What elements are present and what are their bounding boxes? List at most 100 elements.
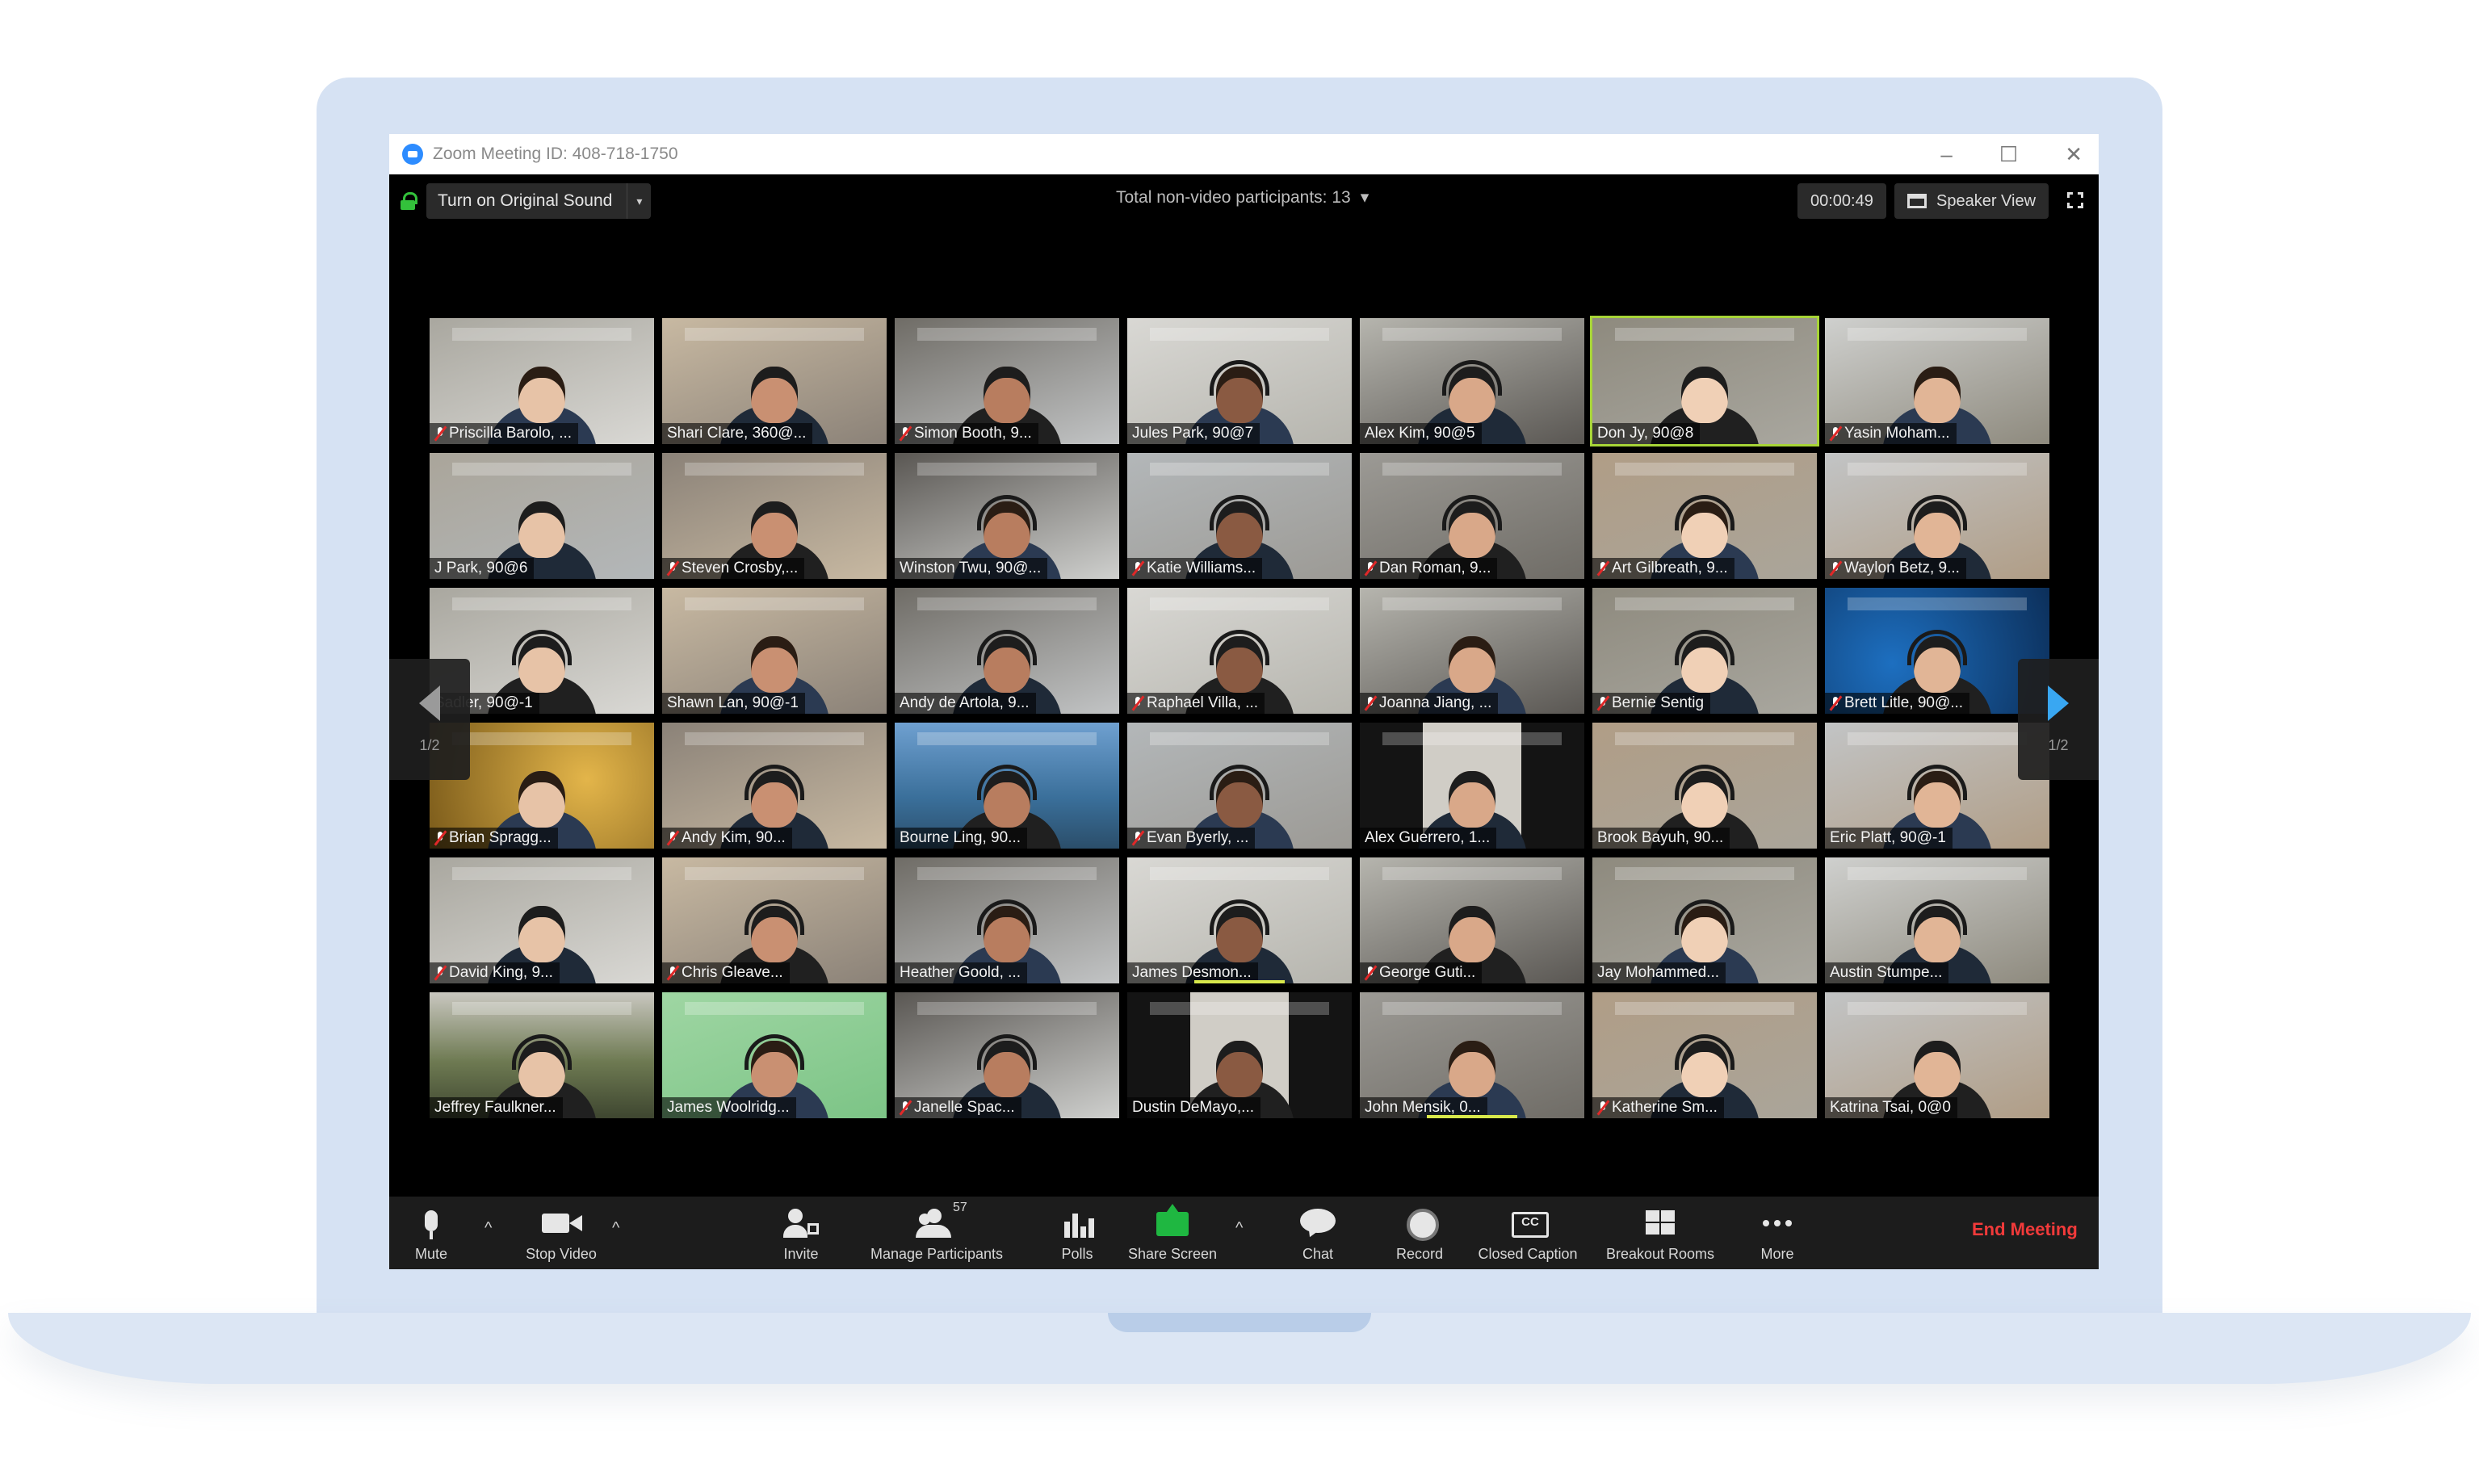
participant-video-tile[interactable]: Jeffrey Faulkner...: [430, 992, 654, 1118]
participant-head: [1449, 1041, 1495, 1097]
end-meeting-button[interactable]: End Meeting: [1972, 1219, 2078, 1240]
participant-video-tile[interactable]: Joanna Jiang, ...: [1360, 588, 1584, 714]
video-options-caret[interactable]: ^: [612, 1219, 619, 1238]
participant-video-tile[interactable]: Shari Clare, 360@...: [662, 318, 887, 444]
stop-video-button[interactable]: Stop Video: [517, 1197, 606, 1269]
minimize-button[interactable]: –: [1940, 142, 1952, 167]
speaker-view-button[interactable]: Speaker View: [1894, 183, 2049, 219]
audio-options-caret[interactable]: ^: [484, 1219, 492, 1238]
participant-head: [518, 906, 565, 962]
participant-video-tile[interactable]: David King, 9...: [430, 857, 654, 983]
ceiling-light: [1847, 1002, 2028, 1016]
non-video-participants[interactable]: Total non-video participants: 13 ▾: [1116, 187, 1369, 208]
close-button[interactable]: ✕: [2065, 142, 2083, 167]
maximize-button[interactable]: ☐: [1999, 142, 2018, 167]
participant-video-tile[interactable]: Alex Guerrero, 1...: [1360, 723, 1584, 849]
participant-head: [1216, 1041, 1263, 1097]
participant-head: [751, 367, 798, 423]
participant-video-tile[interactable]: George Guti...: [1360, 857, 1584, 983]
participant-video-tile[interactable]: Katherine Sm...: [1592, 992, 1817, 1118]
ceiling-light: [1149, 732, 1330, 746]
closed-caption-button[interactable]: Closed Caption: [1471, 1197, 1584, 1269]
participant-nameplate: Art Gilbreath, 9...: [1592, 558, 1734, 579]
participant-name: Katrina Tsai, 0@0: [1830, 1099, 1951, 1116]
participant-video-tile[interactable]: Andy de Artola, 9...: [895, 588, 1119, 714]
participant-head: [751, 636, 798, 693]
original-sound-button[interactable]: Turn on Original Sound ▾: [426, 183, 652, 219]
participant-nameplate: Yasin Moham...: [1825, 423, 1957, 444]
title-bar: Zoom Meeting ID: 408-718-1750 – ☐ ✕: [389, 134, 2099, 174]
participant-video-tile[interactable]: Eric Platt, 90@-1: [1825, 723, 2049, 849]
participant-nameplate: Winston Twu, 90@...: [895, 558, 1048, 579]
more-button[interactable]: More: [1749, 1197, 1806, 1269]
participant-video-tile[interactable]: Dan Roman, 9...: [1360, 453, 1584, 579]
participant-nameplate: Jay Mohammed...: [1592, 962, 1726, 983]
meeting-timer: 00:00:49: [1797, 183, 1886, 219]
participant-video-tile[interactable]: Raphael Villa, ...: [1127, 588, 1352, 714]
window-title: Zoom Meeting ID: 408-718-1750: [433, 145, 678, 163]
mute-button[interactable]: Mute: [407, 1197, 455, 1269]
participant-video-tile[interactable]: Dustin DeMayo,...: [1127, 992, 1352, 1118]
mic-muted-icon: [1830, 426, 1841, 441]
participant-video-tile[interactable]: Katie Williams...: [1127, 453, 1352, 579]
ceiling-light: [1847, 463, 2028, 476]
participant-video-tile[interactable]: Jules Park, 90@7: [1127, 318, 1352, 444]
previous-page-button[interactable]: 1/2: [389, 659, 470, 780]
mic-muted-icon: [1597, 696, 1609, 711]
participant-video-tile[interactable]: Waylon Betz, 9...: [1825, 453, 2049, 579]
participant-nameplate: James Woolridg...: [662, 1097, 796, 1118]
participant-video-tile[interactable]: Andy Kim, 90...: [662, 723, 887, 849]
breakout-rooms-button[interactable]: Breakout Rooms: [1596, 1197, 1725, 1269]
participant-video-tile[interactable]: Don Jy, 90@8: [1590, 316, 1819, 446]
original-sound-dropdown[interactable]: ▾: [627, 183, 651, 219]
participant-name: Janelle Spac...: [914, 1099, 1015, 1116]
participant-video-tile[interactable]: Jay Mohammed...: [1592, 857, 1817, 983]
participant-name: Don Jy, 90@8: [1597, 425, 1694, 442]
closed-caption-icon: [1504, 1205, 1552, 1241]
participant-video-tile[interactable]: Brook Bayuh, 90...: [1592, 723, 1817, 849]
participant-video-tile[interactable]: Janelle Spac...: [895, 992, 1119, 1118]
mic-muted-icon: [1597, 1100, 1609, 1115]
participant-name: Alex Kim, 90@5: [1365, 425, 1475, 442]
record-button[interactable]: Record: [1387, 1197, 1452, 1269]
share-screen-button[interactable]: Share Screen: [1122, 1197, 1223, 1269]
participant-video-tile[interactable]: Chris Gleave...: [662, 857, 887, 983]
participant-video-tile[interactable]: Steven Crosby,...: [662, 453, 887, 579]
participant-video-tile[interactable]: J Park, 90@6: [430, 453, 654, 579]
polls-button[interactable]: Polls: [1053, 1197, 1101, 1269]
next-page-button[interactable]: 1/2: [2018, 659, 2099, 780]
participant-name: Bernie Sentig: [1612, 694, 1705, 711]
participant-video-tile[interactable]: Yasin Moham...: [1825, 318, 2049, 444]
share-options-caret[interactable]: ^: [1235, 1219, 1243, 1238]
participant-video-tile[interactable]: Priscilla Barolo, ...: [430, 318, 654, 444]
participant-video-tile[interactable]: James Woolridg...: [662, 992, 887, 1118]
participant-head: [1449, 636, 1495, 693]
participant-video-tile[interactable]: Shawn Lan, 90@-1: [662, 588, 887, 714]
invite-button[interactable]: Invite: [777, 1197, 825, 1269]
participant-video-tile[interactable]: Austin Stumpe...: [1825, 857, 2049, 983]
participant-video-tile[interactable]: Art Gilbreath, 9...: [1592, 453, 1817, 579]
participant-video-tile[interactable]: Katrina Tsai, 0@0: [1825, 992, 2049, 1118]
mic-muted-icon: [1132, 561, 1143, 576]
participant-video-tile[interactable]: Alex Kim, 90@5: [1360, 318, 1584, 444]
participant-video-tile[interactable]: James Desmon...: [1127, 857, 1352, 983]
participant-video-tile[interactable]: Bernie Sentig: [1592, 588, 1817, 714]
participant-video-tile[interactable]: Heather Goold, ...: [895, 857, 1119, 983]
participant-video-tile[interactable]: Winston Twu, 90@...: [895, 453, 1119, 579]
fullscreen-icon[interactable]: [2067, 192, 2083, 208]
mic-muted-icon: [434, 966, 446, 980]
participant-name: Jeffrey Faulkner...: [434, 1099, 556, 1116]
ceiling-light: [917, 732, 1097, 746]
participant-video-tile[interactable]: John Mensik, 0...: [1360, 992, 1584, 1118]
participant-video-tile[interactable]: Evan Byerly, ...: [1127, 723, 1352, 849]
chat-button[interactable]: Chat: [1294, 1197, 1342, 1269]
participant-video-tile[interactable]: Bourne Ling, 90...: [895, 723, 1119, 849]
participant-video-tile[interactable]: Simon Booth, 9...: [895, 318, 1119, 444]
participant-nameplate: Simon Booth, 9...: [895, 423, 1038, 444]
ceiling-light: [1149, 597, 1330, 611]
participant-nameplate: Brett Litle, 90@...: [1825, 693, 1970, 714]
encryption-lock-icon[interactable]: [401, 192, 417, 210]
ceiling-light: [1382, 597, 1562, 611]
participant-video-tile[interactable]: Brett Litle, 90@...: [1825, 588, 2049, 714]
manage-participants-button[interactable]: 57 Manage Participants: [859, 1197, 1014, 1269]
